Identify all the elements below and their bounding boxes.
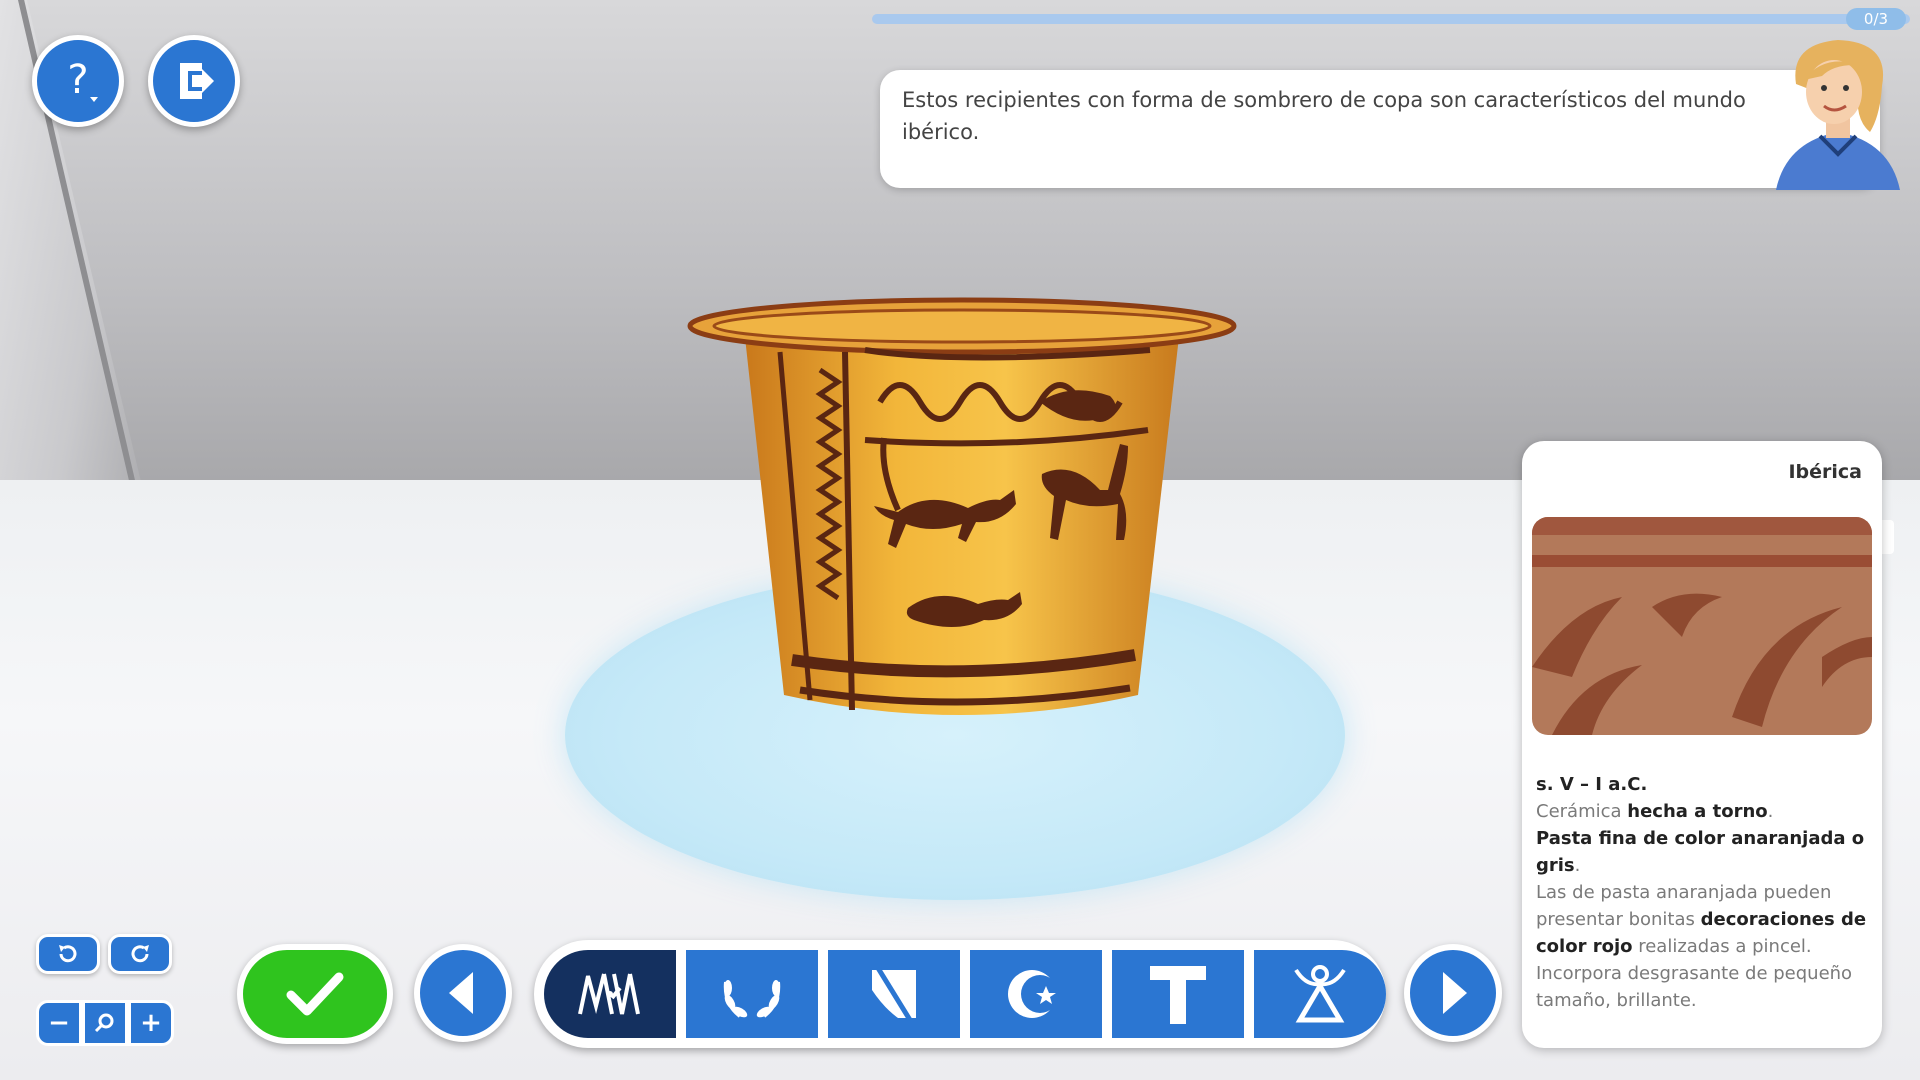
zoom-controls: − + bbox=[36, 1000, 174, 1046]
exit-icon bbox=[180, 63, 214, 99]
culture-selector bbox=[534, 940, 1386, 1048]
previous-button[interactable] bbox=[414, 944, 512, 1042]
info-line4: Incorpora desgrasante de pequeño tamaño,… bbox=[1536, 963, 1853, 1011]
arrow-left-icon bbox=[449, 972, 473, 1014]
zoom-in-button[interactable]: + bbox=[128, 1000, 174, 1046]
zoom-reset-button[interactable] bbox=[82, 1000, 128, 1046]
question-mark-icon: ? bbox=[67, 57, 98, 103]
ceramic-vase[interactable] bbox=[680, 290, 1240, 750]
info-line1-post: . bbox=[1767, 801, 1774, 822]
culture-title: Ibérica bbox=[1788, 461, 1862, 483]
rotate-right-icon bbox=[131, 945, 149, 963]
culture-option-medieval[interactable] bbox=[1112, 950, 1244, 1038]
culture-option-iberica[interactable] bbox=[544, 950, 676, 1038]
guide-avatar bbox=[1776, 40, 1900, 190]
info-line1-bold: hecha a torno bbox=[1627, 801, 1768, 822]
info-card-tab[interactable] bbox=[1880, 520, 1894, 554]
info-line1-pre: Cerámica bbox=[1536, 801, 1628, 822]
info-line3-post: realizadas a pincel. bbox=[1632, 936, 1812, 957]
culture-option-visigoda[interactable] bbox=[828, 950, 960, 1038]
culture-option-prehistorica[interactable] bbox=[1254, 950, 1386, 1038]
crescent-star-icon bbox=[1008, 970, 1059, 1018]
tau-cross-icon bbox=[1150, 966, 1206, 1024]
guide-speech-bubble: Estos recipientes con forma de sombrero … bbox=[880, 70, 1880, 188]
zoom-out-button[interactable]: − bbox=[36, 1000, 82, 1046]
info-line2-bold: Pasta fina de color anaranjada o gris bbox=[1536, 828, 1865, 876]
rotate-right-button[interactable] bbox=[108, 934, 172, 974]
confirm-button[interactable] bbox=[237, 944, 393, 1044]
arrow-right-icon bbox=[1443, 972, 1467, 1014]
next-button[interactable] bbox=[1404, 944, 1502, 1042]
guide-message: Estos recipientes con forma de sombrero … bbox=[902, 88, 1746, 144]
ceramic-detail-photo bbox=[1532, 517, 1872, 735]
laurel-wreath-icon bbox=[723, 980, 781, 1018]
shield-banner-icon bbox=[872, 966, 916, 1022]
svg-text:?: ? bbox=[67, 57, 88, 103]
culture-option-islamica[interactable] bbox=[970, 950, 1102, 1038]
idol-figure-icon bbox=[1294, 965, 1346, 1023]
culture-option-romana[interactable] bbox=[686, 950, 818, 1038]
info-line2-post: . bbox=[1574, 855, 1581, 876]
info-date: s. V – I a.C. bbox=[1536, 774, 1648, 795]
magnifier-icon bbox=[94, 1013, 114, 1033]
rotate-left-button[interactable] bbox=[36, 934, 100, 974]
help-button[interactable]: ? bbox=[32, 35, 124, 127]
progress-bar bbox=[872, 14, 1910, 24]
rotate-left-icon bbox=[59, 945, 77, 963]
progress-count: 0/3 bbox=[1846, 8, 1906, 30]
exit-button[interactable] bbox=[148, 35, 240, 127]
info-card: Ibérica s. V – I a.C. Cerámica hecha a t… bbox=[1522, 441, 1882, 1048]
iberian-script-icon bbox=[578, 973, 640, 1015]
info-description: s. V – I a.C. Cerámica hecha a torno. Pa… bbox=[1536, 771, 1874, 1014]
check-icon bbox=[286, 972, 344, 1016]
